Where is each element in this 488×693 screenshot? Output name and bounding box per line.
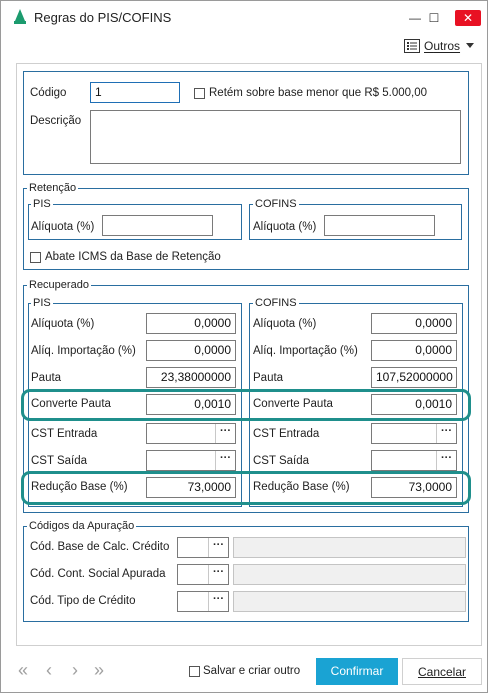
cofins-cst-saida-lookup-button[interactable]: ··· — [436, 451, 456, 470]
outros-menu-button[interactable]: Outros — [404, 36, 475, 56]
maximize-icon: ☐ — [428, 11, 440, 25]
cofins-cst-saida-label: CST Saída — [253, 455, 310, 467]
pis-cst-entrada-input[interactable]: ··· — [146, 423, 236, 444]
apuracao-tipo-description — [233, 591, 466, 612]
pis-importacao-label: Alíq. Importação (%) — [31, 345, 136, 357]
pis-aliquota-label: Alíquota (%) — [31, 318, 95, 330]
pis-pauta-input[interactable]: 23,38000000 — [146, 367, 236, 388]
salvar-criar-label: Salvar e criar outro — [203, 665, 301, 677]
pis-importacao-input[interactable]: 0,0000 — [146, 340, 236, 361]
nav-next-icon[interactable]: › — [72, 660, 78, 681]
recuperado-pis-legend: PIS — [31, 297, 53, 309]
apuracao-tipo-input[interactable]: ··· — [177, 591, 229, 612]
cofins-cst-entrada-input[interactable]: ··· — [371, 423, 457, 444]
apuracao-contribuicao-label: Cód. Cont. Social Apurada — [30, 568, 166, 580]
window-title: Regras do PIS/COFINS — [34, 10, 172, 25]
nav-prev-icon[interactable]: ‹ — [46, 660, 52, 681]
retencao-pis-aliquota-label: Alíquota (%) — [31, 221, 95, 233]
pis-cst-entrada-label: CST Entrada — [31, 428, 98, 440]
cofins-cst-entrada-label: CST Entrada — [253, 428, 320, 440]
app-logo-icon — [14, 9, 26, 24]
apuracao-base-label: Cód. Base de Calc. Crédito — [30, 541, 170, 553]
close-button[interactable]: ✕ — [455, 10, 481, 26]
recuperado-cofins-legend: COFINS — [253, 297, 299, 309]
pis-cst-entrada-lookup-button[interactable]: ··· — [215, 424, 235, 443]
apuracao-contribuicao-description — [233, 564, 466, 585]
nav-last-icon[interactable]: » — [94, 660, 104, 681]
cofins-pauta-input[interactable]: 107,52000000 — [371, 367, 457, 388]
maximize-button[interactable]: ☐ — [420, 8, 448, 28]
cofins-cst-saida-input[interactable]: ··· — [371, 450, 457, 471]
salvar-criar-checkbox[interactable] — [189, 666, 200, 677]
apuracao-tipo-lookup-button[interactable]: ··· — [208, 592, 228, 611]
cancelar-label: Cancelar — [417, 665, 467, 679]
recuperado-legend: Recuperado — [27, 279, 91, 291]
codigo-label: Código — [30, 87, 67, 99]
cofins-aliquota-input[interactable]: 0,0000 — [371, 313, 457, 334]
retencao-cofins-aliquota-input[interactable] — [324, 215, 435, 236]
apuracao-contribuicao-input[interactable]: ··· — [177, 564, 229, 585]
list-icon — [404, 39, 420, 53]
pis-aliquota-input[interactable]: 0,0000 — [146, 313, 236, 334]
descricao-label: Descrição — [30, 115, 82, 127]
pis-cst-saida-label: CST Saída — [31, 455, 88, 467]
cofins-importacao-input[interactable]: 0,0000 — [371, 340, 457, 361]
abate-icms-label: Abate ICMS da Base de Retenção — [45, 251, 221, 263]
retencao-pis-aliquota-input[interactable] — [102, 215, 213, 236]
retencao-cofins-aliquota-label: Alíquota (%) — [253, 221, 317, 233]
cofins-importacao-label: Alíq. Importação (%) — [253, 345, 358, 357]
converte-pauta-highlight — [21, 389, 471, 421]
confirmar-button[interactable]: Confirmar — [316, 658, 398, 685]
pis-cst-saida-input[interactable]: ··· — [146, 450, 236, 471]
confirmar-label: Confirmar — [330, 664, 384, 678]
apuracao-base-description — [233, 537, 466, 558]
cofins-aliquota-label: Alíquota (%) — [253, 318, 317, 330]
apuracao-base-input[interactable]: ··· — [177, 537, 229, 558]
close-icon: ✕ — [462, 11, 474, 25]
apuracao-contribuicao-lookup-button[interactable]: ··· — [208, 565, 228, 584]
retencao-legend: Retenção — [27, 182, 79, 194]
chevron-down-icon — [466, 43, 475, 48]
cofins-pauta-label: Pauta — [253, 372, 284, 384]
retem-checkbox[interactable] — [194, 88, 205, 99]
cancelar-button[interactable]: Cancelar — [402, 658, 482, 685]
apuracao-tipo-label: Cód. Tipo de Crédito — [30, 595, 136, 607]
apuracao-legend: Códigos da Apuração — [27, 520, 137, 532]
apuracao-base-lookup-button[interactable]: ··· — [208, 538, 228, 557]
cofins-cst-entrada-lookup-button[interactable]: ··· — [436, 424, 456, 443]
retencao-pis-legend: PIS — [31, 198, 53, 210]
descricao-textarea[interactable] — [90, 110, 461, 164]
pis-cst-saida-lookup-button[interactable]: ··· — [215, 451, 235, 470]
nav-first-icon[interactable]: « — [18, 660, 28, 681]
codigo-input[interactable]: 1 — [90, 82, 180, 103]
retem-label: Retém sobre base menor que R$ 5.000,00 — [209, 87, 427, 99]
outros-label: Outros — [424, 39, 461, 53]
pis-pauta-label: Pauta — [31, 372, 62, 384]
reducao-base-highlight — [21, 471, 471, 505]
retencao-cofins-legend: COFINS — [253, 198, 299, 210]
abate-icms-checkbox[interactable] — [30, 252, 41, 263]
